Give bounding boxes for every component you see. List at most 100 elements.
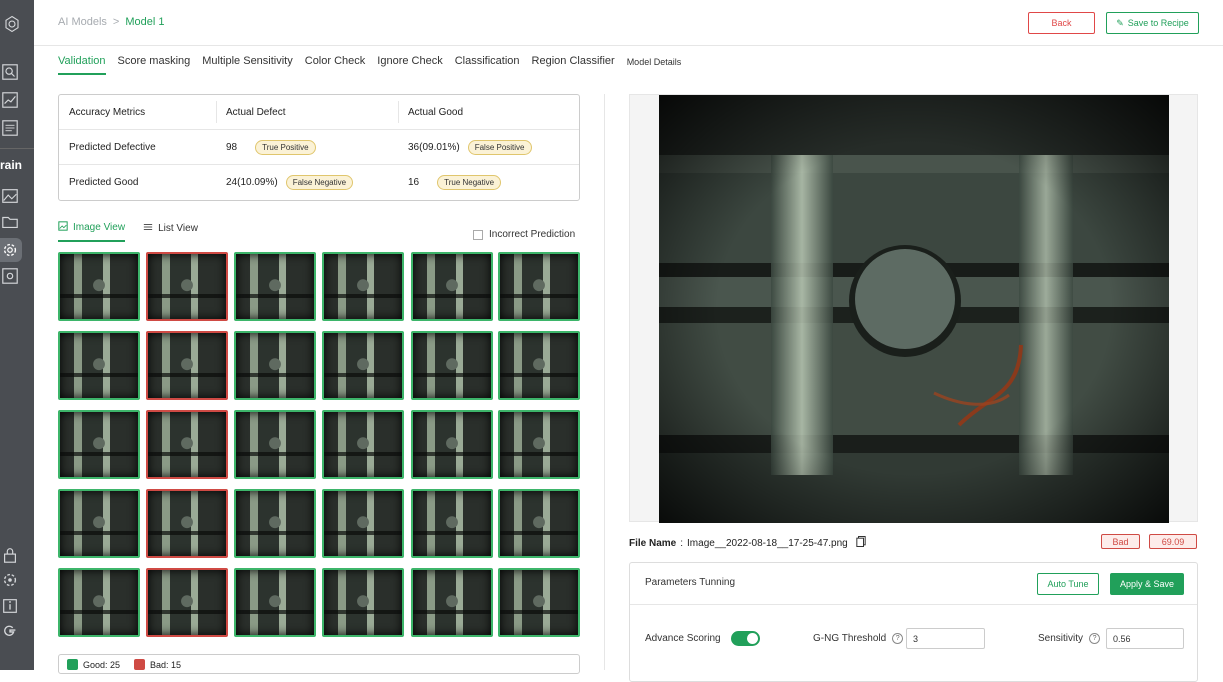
image-icon[interactable] xyxy=(0,186,20,206)
thumbnail-image[interactable] xyxy=(498,410,580,479)
auto-tune-button[interactable]: Auto Tune xyxy=(1037,573,1099,595)
list-view-tab[interactable]: List View xyxy=(143,221,198,242)
thumbnail-image[interactable] xyxy=(322,410,404,479)
image-viewer[interactable] xyxy=(629,94,1198,523)
copy-icon[interactable] xyxy=(856,535,866,551)
thumbnail-image[interactable] xyxy=(322,331,404,400)
thumbnail-image[interactable] xyxy=(146,489,228,558)
thumbnail-image[interactable] xyxy=(58,252,140,321)
breadcrumb-root[interactable]: AI Models xyxy=(58,16,107,28)
threshold-field-label: G-NG Threshold ? xyxy=(813,633,904,644)
tab-region-classifier[interactable]: Region Classifier xyxy=(532,55,615,75)
thumbnail-image[interactable] xyxy=(498,568,580,637)
accuracy-metrics-table: Accuracy Metrics Actual Defect Actual Go… xyxy=(58,94,580,201)
tab-model-details[interactable]: Model Details xyxy=(627,55,682,75)
help-icon[interactable]: ? xyxy=(1089,633,1101,644)
info-icon[interactable] xyxy=(0,596,20,616)
legend-good: Good: 25 xyxy=(67,658,121,670)
row-label: Predicted Defective xyxy=(69,142,156,153)
parameters-title: Parameters Tunning xyxy=(645,577,736,588)
back-button[interactable]: Back xyxy=(1028,12,1095,34)
tab-ignore-check[interactable]: Ignore Check xyxy=(377,55,442,75)
thumbnail-image[interactable] xyxy=(411,489,493,558)
image-icon xyxy=(58,221,68,234)
image-view-tab[interactable]: Image View xyxy=(58,221,126,242)
thumbnail-image[interactable] xyxy=(411,568,493,637)
metrics-header-actual-good: Actual Good xyxy=(408,107,464,118)
view-toggle: Image View List View xyxy=(58,221,198,242)
thumbnail-image[interactable] xyxy=(58,568,140,637)
status-badge: True Positive xyxy=(255,140,316,155)
model-icon[interactable] xyxy=(0,266,20,286)
breadcrumb-current: Model 1 xyxy=(125,16,165,28)
thumbnail-image[interactable] xyxy=(322,568,404,637)
gear-icon[interactable] xyxy=(0,240,20,260)
result-badge: Bad xyxy=(1101,534,1140,549)
metrics-row-predicted-good: Predicted Good 24(10.09%) False Negative… xyxy=(59,165,579,200)
thumbnail-image[interactable] xyxy=(498,331,580,400)
chart-icon[interactable] xyxy=(0,90,20,110)
threshold-input[interactable] xyxy=(906,628,985,649)
search-icon[interactable] xyxy=(0,62,20,82)
grid-legend: Good: 25 Bad: 15 xyxy=(58,654,580,674)
sidebar-divider xyxy=(0,148,34,149)
thumbnail-image[interactable] xyxy=(234,331,316,400)
status-badge: False Negative xyxy=(285,175,354,190)
save-icon: ✎ xyxy=(1116,17,1124,28)
metrics-header-actual-defect: Actual Defect xyxy=(226,107,286,118)
defect-cell: 24(10.09%) False Negative xyxy=(226,165,354,200)
save-to-recipe-label: Save to Recipe xyxy=(1127,18,1189,28)
thumbnail-image[interactable] xyxy=(234,410,316,479)
thumbnail-image[interactable] xyxy=(411,331,493,400)
column-divider xyxy=(398,101,399,123)
folder-icon[interactable] xyxy=(0,212,20,232)
thumbnail-image[interactable] xyxy=(498,252,580,321)
save-to-recipe-button[interactable]: ✎ Save to Recipe xyxy=(1106,12,1199,34)
incorrect-prediction-filter[interactable]: Incorrect Prediction xyxy=(473,229,575,240)
report-icon[interactable] xyxy=(0,118,20,138)
thumbnail-grid xyxy=(58,252,580,638)
thumbnail-image[interactable] xyxy=(498,489,580,558)
thumbnail-image[interactable] xyxy=(411,410,493,479)
google-icon[interactable] xyxy=(0,621,20,641)
status-badge: True Negative xyxy=(437,175,502,190)
tab-validation[interactable]: Validation xyxy=(58,55,106,75)
file-name-value: Image__2022-08-18__17-25-47.png xyxy=(687,537,848,549)
tab-score-masking[interactable]: Score masking xyxy=(118,55,191,75)
good-cell: 16 True Negative xyxy=(408,165,502,200)
thumbnail-image[interactable] xyxy=(322,252,404,321)
top-bar: AI Models > Model 1 Back ✎ Save to Recipe xyxy=(34,0,1223,46)
logo-icon[interactable] xyxy=(0,12,24,36)
incorrect-prediction-checkbox[interactable] xyxy=(473,229,483,240)
legend-good-label: Good: 25 xyxy=(83,659,121,670)
thumbnail-image[interactable] xyxy=(411,252,493,321)
help-icon[interactable]: ? xyxy=(892,633,904,644)
file-name-colon: : xyxy=(680,537,684,549)
sidebar-section-label: rain xyxy=(0,158,23,172)
apply-save-button[interactable]: Apply & Save xyxy=(1110,573,1184,595)
legend-bad-label: Bad: 15 xyxy=(150,659,182,670)
advance-scoring-toggle[interactable] xyxy=(731,631,760,646)
tab-color-check[interactable]: Color Check xyxy=(305,55,366,75)
tab-multiple-sensitivity[interactable]: Multiple Sensitivity xyxy=(202,55,292,75)
thumbnail-image[interactable] xyxy=(234,568,316,637)
legend-bad: Bad: 15 xyxy=(134,658,182,670)
breadcrumb: AI Models > Model 1 xyxy=(58,16,165,28)
thumbnail-image[interactable] xyxy=(234,252,316,321)
thumbnail-image[interactable] xyxy=(146,331,228,400)
thumbnail-image[interactable] xyxy=(146,410,228,479)
thumbnail-image[interactable] xyxy=(322,489,404,558)
thumbnail-image[interactable] xyxy=(58,410,140,479)
metrics-header-row: Accuracy Metrics Actual Defect Actual Go… xyxy=(59,95,579,130)
thumbnail-image[interactable] xyxy=(58,331,140,400)
tab-classification[interactable]: Classification xyxy=(455,55,520,75)
thumbnail-image[interactable] xyxy=(234,489,316,558)
lock-icon[interactable] xyxy=(0,545,20,565)
sensitivity-input[interactable] xyxy=(1106,628,1184,649)
thumbnail-image[interactable] xyxy=(58,489,140,558)
thumbnail-image[interactable] xyxy=(146,252,228,321)
list-view-label: List View xyxy=(158,223,198,234)
parameters-header: Parameters Tunning Auto Tune Apply & Sav… xyxy=(630,563,1197,605)
settings-icon[interactable] xyxy=(0,570,20,590)
thumbnail-image[interactable] xyxy=(146,568,228,637)
